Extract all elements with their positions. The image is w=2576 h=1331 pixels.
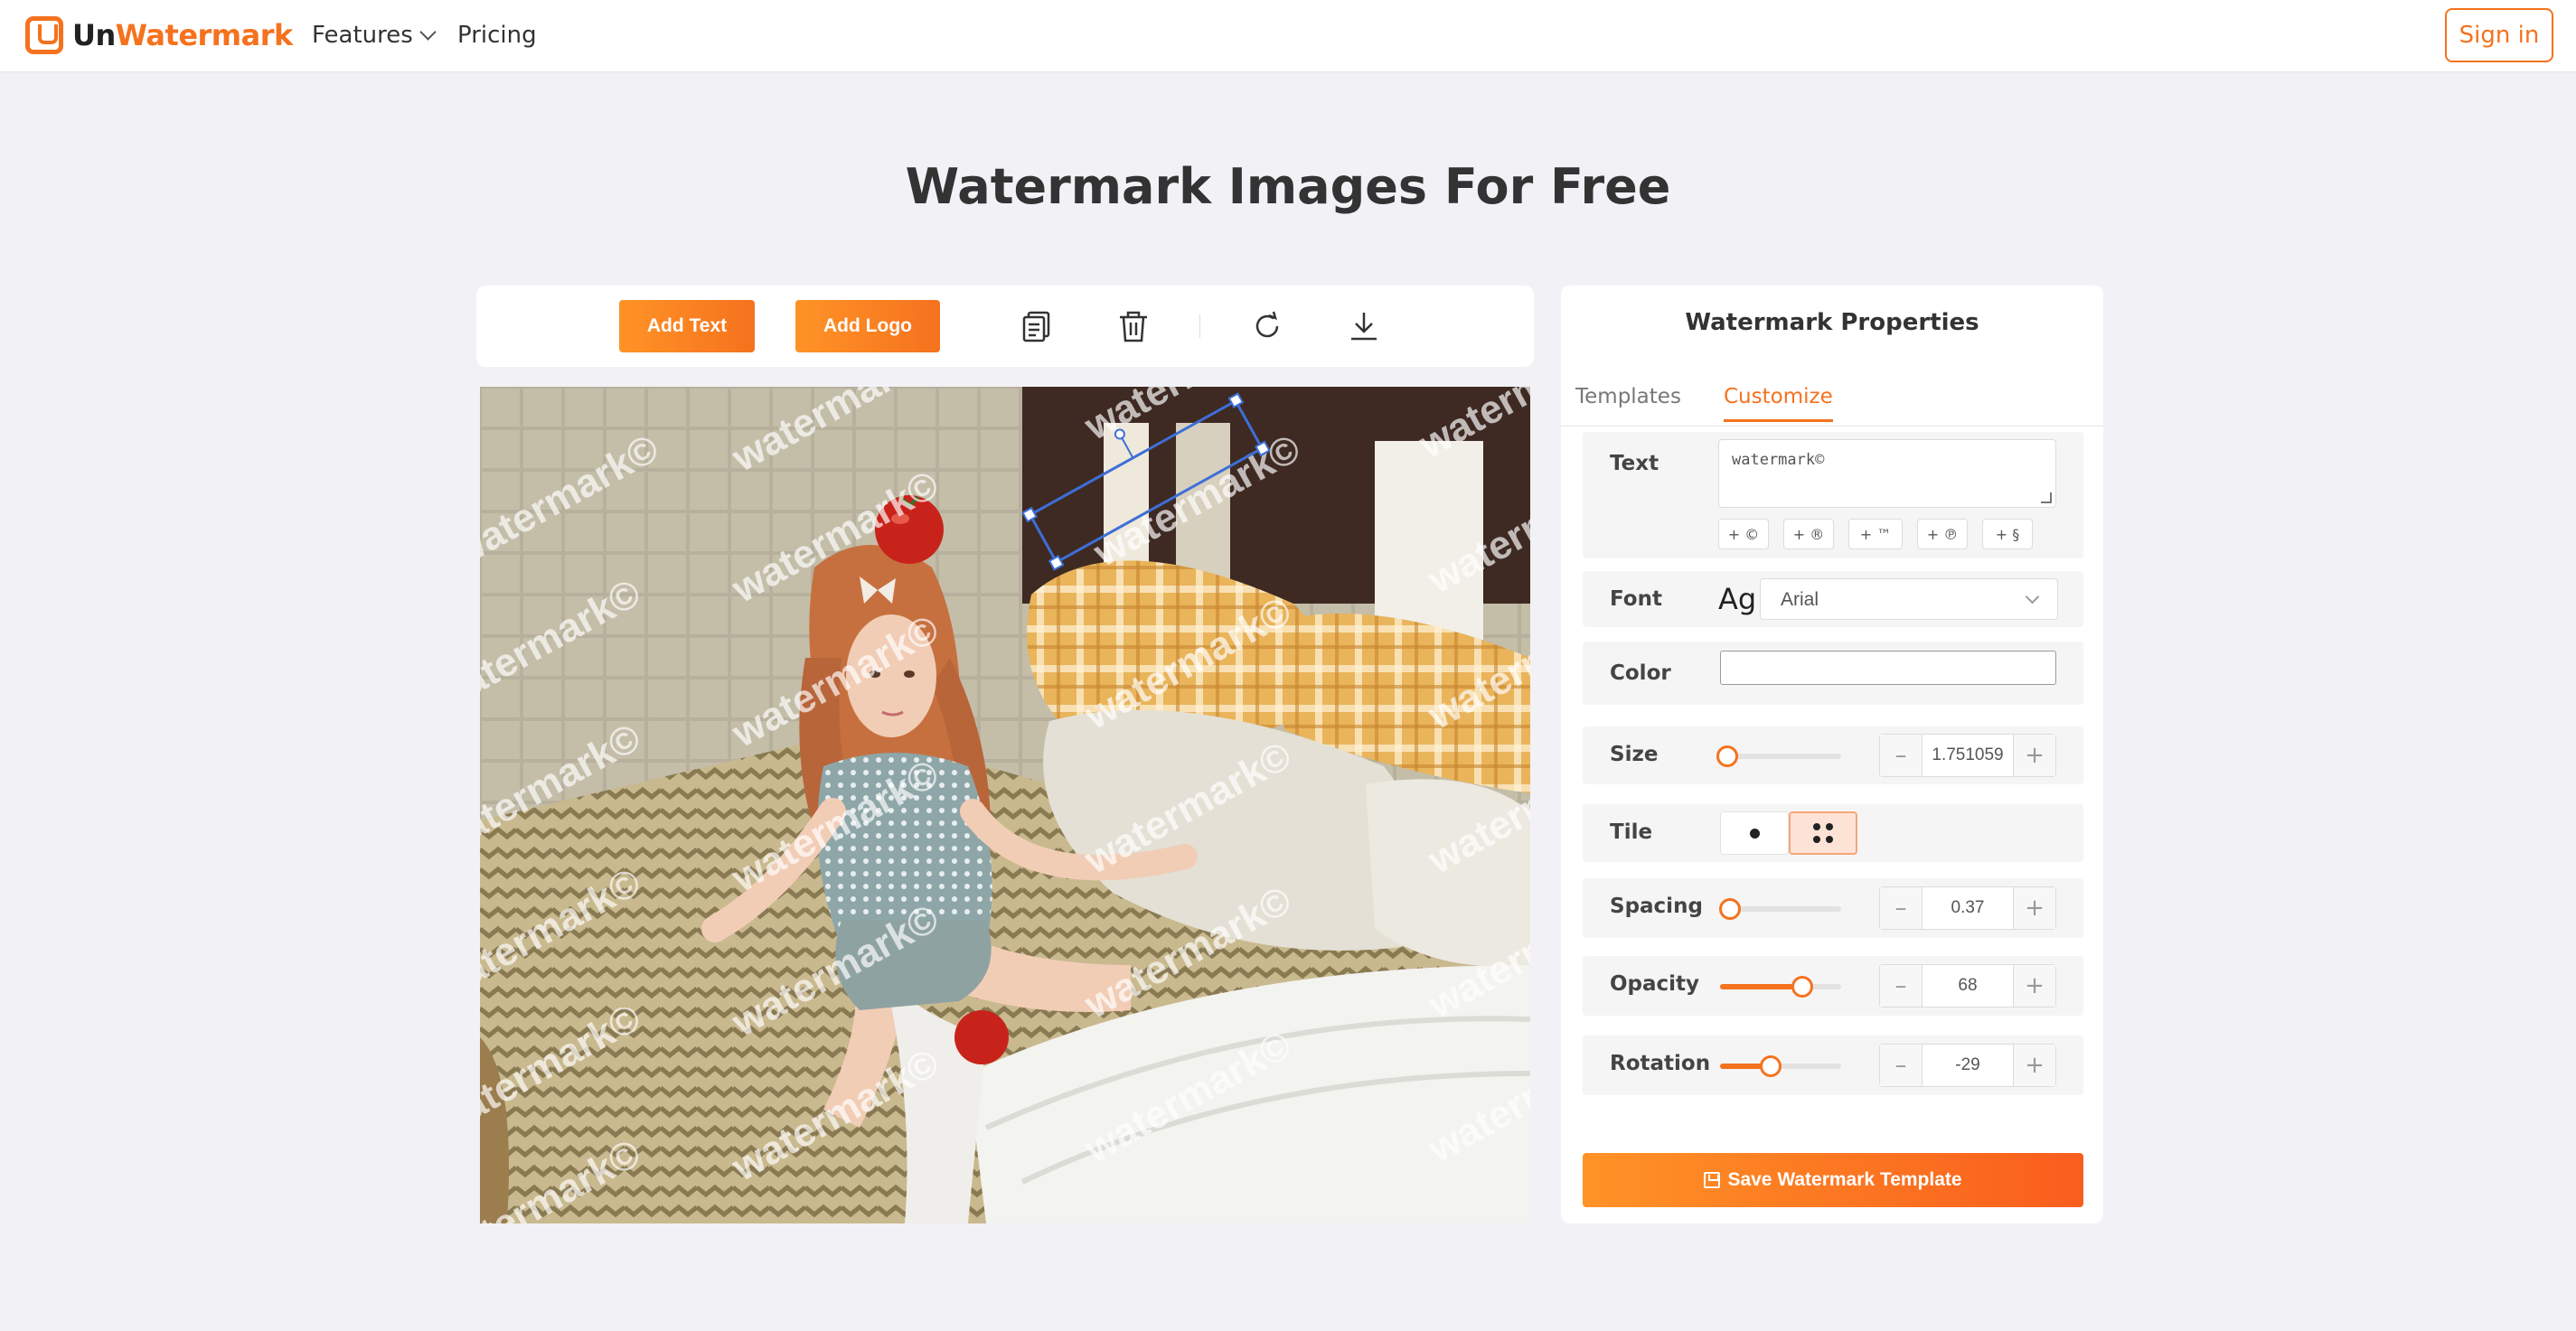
copy-icon[interactable]	[1019, 308, 1055, 344]
save-button-label: Save Watermark Template	[1727, 1169, 1962, 1190]
font-select-value: Arial	[1781, 589, 1819, 610]
text-label: Text	[1610, 452, 1659, 475]
tile-row: Tile	[1583, 804, 2083, 862]
spacing-slider-handle[interactable]	[1718, 898, 1741, 920]
font-preview: Ag	[1718, 582, 1757, 616]
opacity-decrement-button[interactable]: –	[1880, 965, 1922, 1007]
photo-illustration: watermark© watermark© watermark© waterma…	[480, 387, 1530, 1223]
size-slider[interactable]	[1716, 745, 1841, 767]
spacing-row: Spacing – 0.37 +	[1583, 878, 2083, 938]
size-increment-button[interactable]: +	[2014, 735, 2055, 776]
logo[interactable]: UnWatermark	[25, 16, 293, 54]
sign-in-button[interactable]: Sign in	[2445, 8, 2553, 62]
spacing-increment-button[interactable]: +	[2014, 887, 2055, 929]
logo-text-un: Un	[72, 18, 116, 52]
font-row: Font Ag Arial	[1583, 571, 2083, 627]
tab-customize[interactable]: Customize	[1724, 385, 1833, 422]
panel-tabs: Templates Customize	[1561, 372, 2103, 426]
spacing-slider[interactable]	[1718, 898, 1841, 920]
trash-icon[interactable]	[1115, 308, 1152, 344]
opacity-slider-handle[interactable]	[1791, 976, 1814, 998]
rotation-row: Rotation – -29 +	[1583, 1036, 2083, 1095]
spacing-stepper: – 0.37 +	[1879, 886, 2056, 930]
logo-text: UnWatermark	[72, 18, 293, 52]
size-value-input[interactable]: 1.751059	[1922, 735, 2014, 776]
font-label: Font	[1610, 587, 1662, 611]
nav-features-label: Features	[312, 22, 413, 49]
insert-registered-button[interactable]: + ®	[1783, 519, 1834, 549]
save-icon	[1704, 1172, 1721, 1188]
rotation-increment-button[interactable]: +	[2014, 1045, 2055, 1086]
top-navbar: UnWatermark Features Pricing Sign in	[0, 0, 2576, 72]
panel-title: Watermark Properties	[1685, 309, 1979, 336]
save-watermark-template-button[interactable]: Save Watermark Template	[1583, 1153, 2083, 1207]
insert-trademark-button[interactable]: + ™	[1848, 519, 1903, 549]
insert-section-button[interactable]: + §	[1982, 519, 2033, 549]
rotation-slider[interactable]	[1720, 1055, 1841, 1077]
watermark-text-input[interactable]: watermark©	[1718, 439, 2056, 508]
size-decrement-button[interactable]: –	[1880, 735, 1922, 776]
color-label: Color	[1610, 661, 1671, 685]
single-dot-icon	[1749, 828, 1760, 839]
spacing-value-input[interactable]: 0.37	[1922, 887, 2014, 929]
image-canvas[interactable]: watermark© watermark© watermark© waterma…	[480, 387, 1530, 1223]
text-row: Text watermark© + © + ® + ™ + ℗ + §	[1583, 432, 2083, 558]
spacing-label: Spacing	[1610, 895, 1703, 918]
download-icon[interactable]	[1346, 308, 1382, 344]
insert-phonogram-button[interactable]: + ℗	[1917, 519, 1968, 549]
opacity-stepper: – 68 +	[1879, 964, 2056, 1008]
tile-label: Tile	[1610, 820, 1653, 844]
add-logo-button[interactable]: Add Logo	[795, 300, 940, 352]
tile-repeat-button[interactable]	[1789, 811, 1857, 855]
rotation-slider-handle[interactable]	[1760, 1055, 1782, 1077]
chevron-down-icon	[2025, 589, 2040, 605]
rotate-icon[interactable]	[1249, 308, 1285, 344]
tile-single-button[interactable]	[1720, 811, 1789, 855]
nav-pricing-label: Pricing	[457, 22, 537, 49]
size-row: Size – 1.751059 +	[1583, 726, 2083, 784]
rotation-label: Rotation	[1610, 1052, 1711, 1075]
opacity-slider-fill	[1720, 984, 1803, 989]
rotation-decrement-button[interactable]: –	[1880, 1045, 1922, 1086]
editor-toolbar: Add Text Add Logo	[476, 286, 1534, 367]
color-picker[interactable]	[1720, 651, 2056, 685]
add-text-button[interactable]: Add Text	[619, 300, 755, 352]
page-title: Watermark Images For Free	[905, 158, 1671, 215]
size-label: Size	[1610, 743, 1659, 766]
logo-icon	[25, 16, 63, 54]
opacity-row: Opacity – 68 +	[1583, 956, 2083, 1016]
watermark-text-value: watermark©	[1732, 451, 1825, 469]
font-select[interactable]: Arial	[1760, 578, 2058, 620]
rotation-value-input[interactable]: -29	[1922, 1045, 2014, 1086]
size-stepper: – 1.751059 +	[1879, 734, 2056, 777]
size-slider-handle[interactable]	[1716, 745, 1739, 767]
opacity-label: Opacity	[1610, 972, 1700, 996]
opacity-slider[interactable]	[1720, 976, 1841, 998]
chevron-down-icon	[419, 23, 437, 41]
color-row: Color	[1583, 642, 2083, 705]
watermark-properties-panel: Watermark Properties Templates Customize…	[1561, 286, 2103, 1223]
nav-pricing[interactable]: Pricing	[457, 22, 537, 49]
four-dots-icon	[1813, 823, 1833, 843]
resize-grip-icon[interactable]	[2041, 492, 2052, 503]
toolbar-divider	[1199, 314, 1200, 338]
insert-copyright-button[interactable]: + ©	[1718, 519, 1769, 549]
spacing-decrement-button[interactable]: –	[1880, 887, 1922, 929]
nav-features[interactable]: Features	[312, 22, 437, 49]
tab-templates[interactable]: Templates	[1575, 385, 1681, 408]
rotation-stepper: – -29 +	[1879, 1044, 2056, 1087]
opacity-value-input[interactable]: 68	[1922, 965, 2014, 1007]
logo-text-watermark: Watermark	[115, 18, 294, 52]
opacity-increment-button[interactable]: +	[2014, 965, 2055, 1007]
